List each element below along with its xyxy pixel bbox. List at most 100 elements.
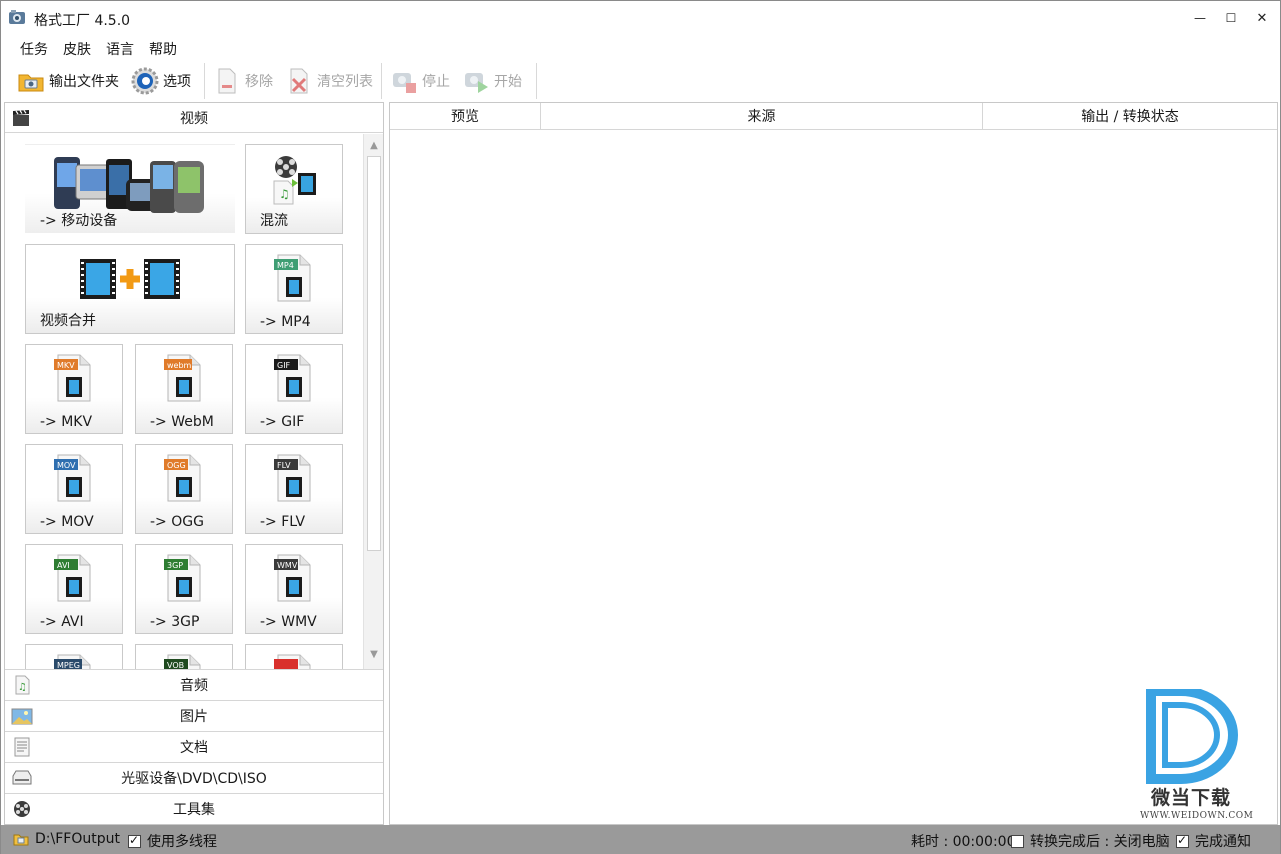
clapperboard-icon [13, 109, 29, 126]
notify-label: 完成通知 [1195, 834, 1251, 850]
tile-wmv[interactable]: WMV -> WMV [245, 544, 343, 634]
options-button[interactable]: 选项 [131, 65, 191, 97]
menu-task[interactable]: 任务 [20, 39, 48, 59]
output-folder-label: 输出文件夹 [49, 74, 119, 90]
column-output-status[interactable]: 输出 / 转换状态 [983, 103, 1277, 130]
category-video-header[interactable]: 视频 [5, 103, 383, 133]
category-panel: 视频 -> 移动设备 ♫ 混流 视频合并 MP4 -> MP4 MKV -> M… [4, 102, 384, 825]
tile-vob[interactable]: VOB [135, 644, 233, 669]
window-title: 格式工厂 4.5.0 [34, 13, 131, 29]
tile-label: -> MKV [40, 414, 93, 430]
tile-swf[interactable] [245, 644, 343, 669]
tile-mov[interactable]: MOV -> MOV [25, 444, 123, 534]
column-preview[interactable]: 预览 [390, 103, 541, 130]
watermark-brand: 微当下载 [1151, 787, 1232, 809]
output-path: D:\FFOutput [35, 831, 120, 847]
stop-label: 停止 [422, 74, 450, 90]
after-done-label: 转换完成后 : 关闭电脑 [1030, 834, 1170, 850]
close-button[interactable]: ✕ [1245, 1, 1279, 35]
after-done-checkbox[interactable]: 转换完成后 : 关闭电脑 [1011, 831, 1170, 851]
category-audio-label: 音频 [180, 678, 208, 694]
start-button[interactable]: 开始 [462, 65, 522, 97]
scroll-up-arrow-icon[interactable]: ▲ [365, 136, 383, 154]
output-path-item[interactable]: D:\FFOutput [13, 831, 120, 847]
notify-checkbox[interactable]: 完成通知 [1176, 831, 1251, 851]
scroll-down-arrow-icon[interactable]: ▼ [365, 645, 383, 663]
mobile-devices-icon [54, 157, 204, 213]
output-folder-small-icon [13, 834, 29, 846]
svg-text:♫: ♫ [279, 187, 290, 201]
tile-label: -> GIF [260, 414, 305, 430]
tile-mkv[interactable]: MKV -> MKV [25, 344, 123, 434]
svg-text:3GP: 3GP [167, 561, 183, 570]
tiles-scrollbar[interactable]: ▲ ▼ [363, 134, 383, 669]
tile-ogg[interactable]: OGG -> OGG [135, 444, 233, 534]
minimize-button[interactable]: — [1183, 1, 1217, 35]
svg-text:AVI: AVI [57, 561, 70, 570]
svg-text:GIF: GIF [277, 361, 291, 370]
tile-label: 混流 [260, 213, 288, 229]
status-bar: D:\FFOutput 使用多线程 耗时 : 00:00:00 转换完成后 : … [1, 825, 1280, 854]
clear-list-button[interactable]: 清空列表 [285, 65, 373, 97]
tile-label: -> 3GP [150, 614, 200, 630]
tile-mobile-devices[interactable]: -> 移动设备 [25, 144, 235, 234]
watermark-url: WWW.WEIDOWN.COM [1140, 811, 1254, 821]
app-window: 格式工厂 4.5.0 — ☐ ✕ 任务 皮肤 语言 帮助 输出文件夹 选项 移除… [0, 0, 1281, 854]
scrollbar-thumb[interactable] [367, 156, 381, 551]
svg-text:♫: ♫ [18, 682, 27, 693]
tile-video-join[interactable]: 视频合并 [25, 244, 235, 334]
category-video-label: 视频 [180, 110, 208, 127]
category-picture[interactable]: 图片 [5, 700, 383, 731]
notify-check-icon[interactable] [1176, 833, 1189, 848]
after-done-check-icon[interactable] [1011, 834, 1024, 848]
swf-file-icon [274, 654, 311, 669]
stop-button[interactable]: 停止 [390, 65, 450, 97]
toolbar-separator [204, 63, 205, 99]
multithread-checkbox[interactable]: 使用多线程 [128, 831, 217, 851]
start-label: 开始 [494, 74, 522, 90]
category-tools[interactable]: 工具集 [5, 793, 383, 824]
remove-button[interactable]: 移除 [213, 65, 273, 97]
svg-text:MP4: MP4 [277, 261, 294, 270]
svg-text:FLV: FLV [277, 461, 291, 470]
category-audio[interactable]: ♫ 音频 [5, 669, 383, 700]
options-label: 选项 [163, 74, 191, 90]
optical-drive-icon [12, 770, 32, 785]
category-rom-device[interactable]: 光驱设备\DVD\CD\ISO [5, 762, 383, 793]
tile-3gp[interactable]: 3GP -> 3GP [135, 544, 233, 634]
menu-skin[interactable]: 皮肤 [63, 39, 91, 59]
svg-text:WMV: WMV [277, 561, 298, 570]
menu-language[interactable]: 语言 [106, 39, 134, 59]
mux-icon: ♫ [273, 156, 316, 205]
tile-avi[interactable]: AVI -> AVI [25, 544, 123, 634]
tile-label: -> MP4 [260, 314, 311, 330]
tile-flv[interactable]: FLV -> FLV [245, 444, 343, 534]
toolbar: 输出文件夹 选项 移除 清空列表 停止 开始 [1, 61, 1280, 101]
clear-list-icon [290, 68, 308, 94]
tile-mux[interactable]: ♫ 混流 [245, 144, 343, 234]
column-source[interactable]: 来源 [541, 103, 983, 130]
options-gear-icon [131, 67, 159, 95]
svg-text:webm: webm [167, 361, 192, 370]
column-output-label: 输出 / 转换状态 [1081, 109, 1179, 125]
gif-file-icon: GIF [274, 354, 311, 402]
tile-gif[interactable]: GIF -> GIF [245, 344, 343, 434]
maximize-icon: ☐ [1225, 11, 1237, 25]
webm-file-icon: webm [164, 354, 201, 402]
output-folder-button[interactable]: 输出文件夹 [17, 65, 119, 97]
maximize-button[interactable]: ☐ [1214, 1, 1248, 35]
menu-help[interactable]: 帮助 [149, 39, 177, 59]
mp4-file-icon: MP4 [274, 254, 311, 302]
ogg-file-icon: OGG [164, 454, 201, 502]
tile-label: -> WebM [150, 414, 214, 430]
tile-mp4[interactable]: MP4 -> MP4 [245, 244, 343, 334]
svg-text:MPEG: MPEG [57, 661, 80, 669]
elapsed-label: 耗时 : 00:00:00 [911, 834, 1016, 850]
tile-webm[interactable]: webm -> WebM [135, 344, 233, 434]
category-document[interactable]: 文档 [5, 731, 383, 762]
stop-icon [393, 73, 416, 93]
tile-mpeg[interactable]: MPEG [25, 644, 123, 669]
multithread-label: 使用多线程 [147, 834, 217, 850]
multithread-check-icon[interactable] [128, 833, 141, 848]
mpeg-file-icon: MPEG [54, 654, 91, 669]
